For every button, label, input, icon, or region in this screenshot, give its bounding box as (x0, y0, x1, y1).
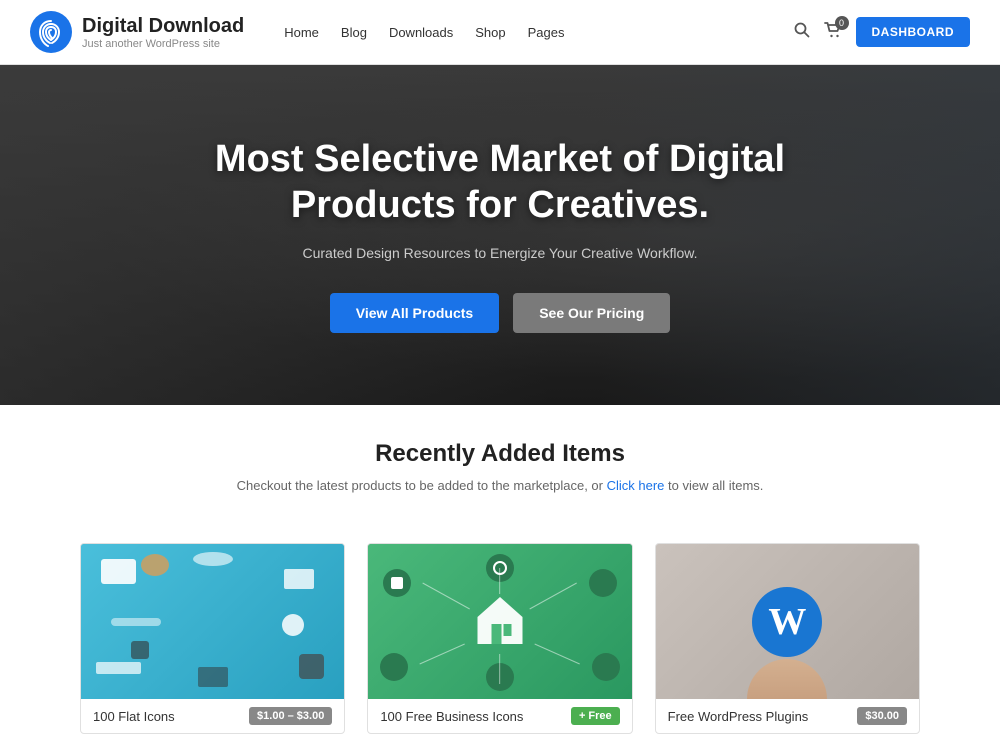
see-pricing-button[interactable]: See Our Pricing (513, 293, 670, 333)
hero-title: Most Selective Market of Digital Product… (170, 137, 830, 228)
nav-pages[interactable]: Pages (528, 25, 565, 40)
recently-added-section: Recently Added Items Checkout the latest… (0, 405, 1000, 543)
main-nav: Home Blog Downloads Shop Pages (284, 25, 793, 40)
wordpress-image: W (656, 544, 919, 699)
hero-section: Most Selective Market of Digital Product… (0, 65, 1000, 405)
fingerprint-icon (30, 11, 72, 53)
section-title: Recently Added Items (80, 440, 920, 468)
hero-subtitle: Curated Design Resources to Energize You… (170, 245, 830, 261)
product-image-flat-icons (81, 544, 344, 699)
product-grid: 100 Flat Icons $1.00 – $3.00 (0, 543, 1000, 734)
dashboard-button[interactable]: DASHBOARD (856, 17, 971, 47)
hero-content: Most Selective Market of Digital Product… (150, 137, 850, 332)
cart-badge: 0 (835, 16, 849, 30)
product-info-flat-icons: 100 Flat Icons $1.00 – $3.00 (81, 699, 344, 733)
header-icons: 0 (794, 22, 842, 42)
business-icons-image (368, 544, 631, 699)
logo-text: Digital Download Just another WordPress … (82, 14, 244, 50)
product-info-business-icons: 100 Free Business Icons + Free (368, 699, 631, 733)
product-name-business-icons: 100 Free Business Icons (380, 709, 523, 724)
site-subtitle: Just another WordPress site (82, 38, 244, 50)
wordpress-logo: W (752, 587, 822, 657)
click-here-link[interactable]: Click here (607, 478, 665, 493)
product-info-wordpress: Free WordPress Plugins $30.00 (656, 699, 919, 733)
nav-home[interactable]: Home (284, 25, 319, 40)
product-card-business-icons[interactable]: 100 Free Business Icons + Free (367, 543, 632, 734)
product-card-wordpress[interactable]: W Free WordPress Plugins $30.00 (655, 543, 920, 734)
logo-area: Digital Download Just another WordPress … (30, 11, 244, 53)
site-title: Digital Download (82, 14, 244, 38)
product-price-flat-icons: $1.00 – $3.00 (249, 707, 332, 725)
product-image-business-icons (368, 544, 631, 699)
product-name-wordpress: Free WordPress Plugins (668, 709, 809, 724)
hero-buttons: View All Products See Our Pricing (170, 293, 830, 333)
product-price-wordpress: $30.00 (857, 707, 907, 725)
cart-icon[interactable]: 0 (824, 22, 842, 42)
section-subtitle: Checkout the latest products to be added… (80, 478, 920, 493)
product-card-flat-icons[interactable]: 100 Flat Icons $1.00 – $3.00 (80, 543, 345, 734)
nav-downloads[interactable]: Downloads (389, 25, 453, 40)
view-all-products-button[interactable]: View All Products (330, 293, 499, 333)
flat-icons-image (81, 544, 344, 699)
nav-shop[interactable]: Shop (475, 25, 505, 40)
header: Digital Download Just another WordPress … (0, 0, 1000, 65)
product-price-business-icons: + Free (571, 707, 620, 725)
product-name-flat-icons: 100 Flat Icons (93, 709, 175, 724)
search-icon[interactable] (794, 22, 810, 42)
product-image-wordpress: W (656, 544, 919, 699)
nav-blog[interactable]: Blog (341, 25, 367, 40)
